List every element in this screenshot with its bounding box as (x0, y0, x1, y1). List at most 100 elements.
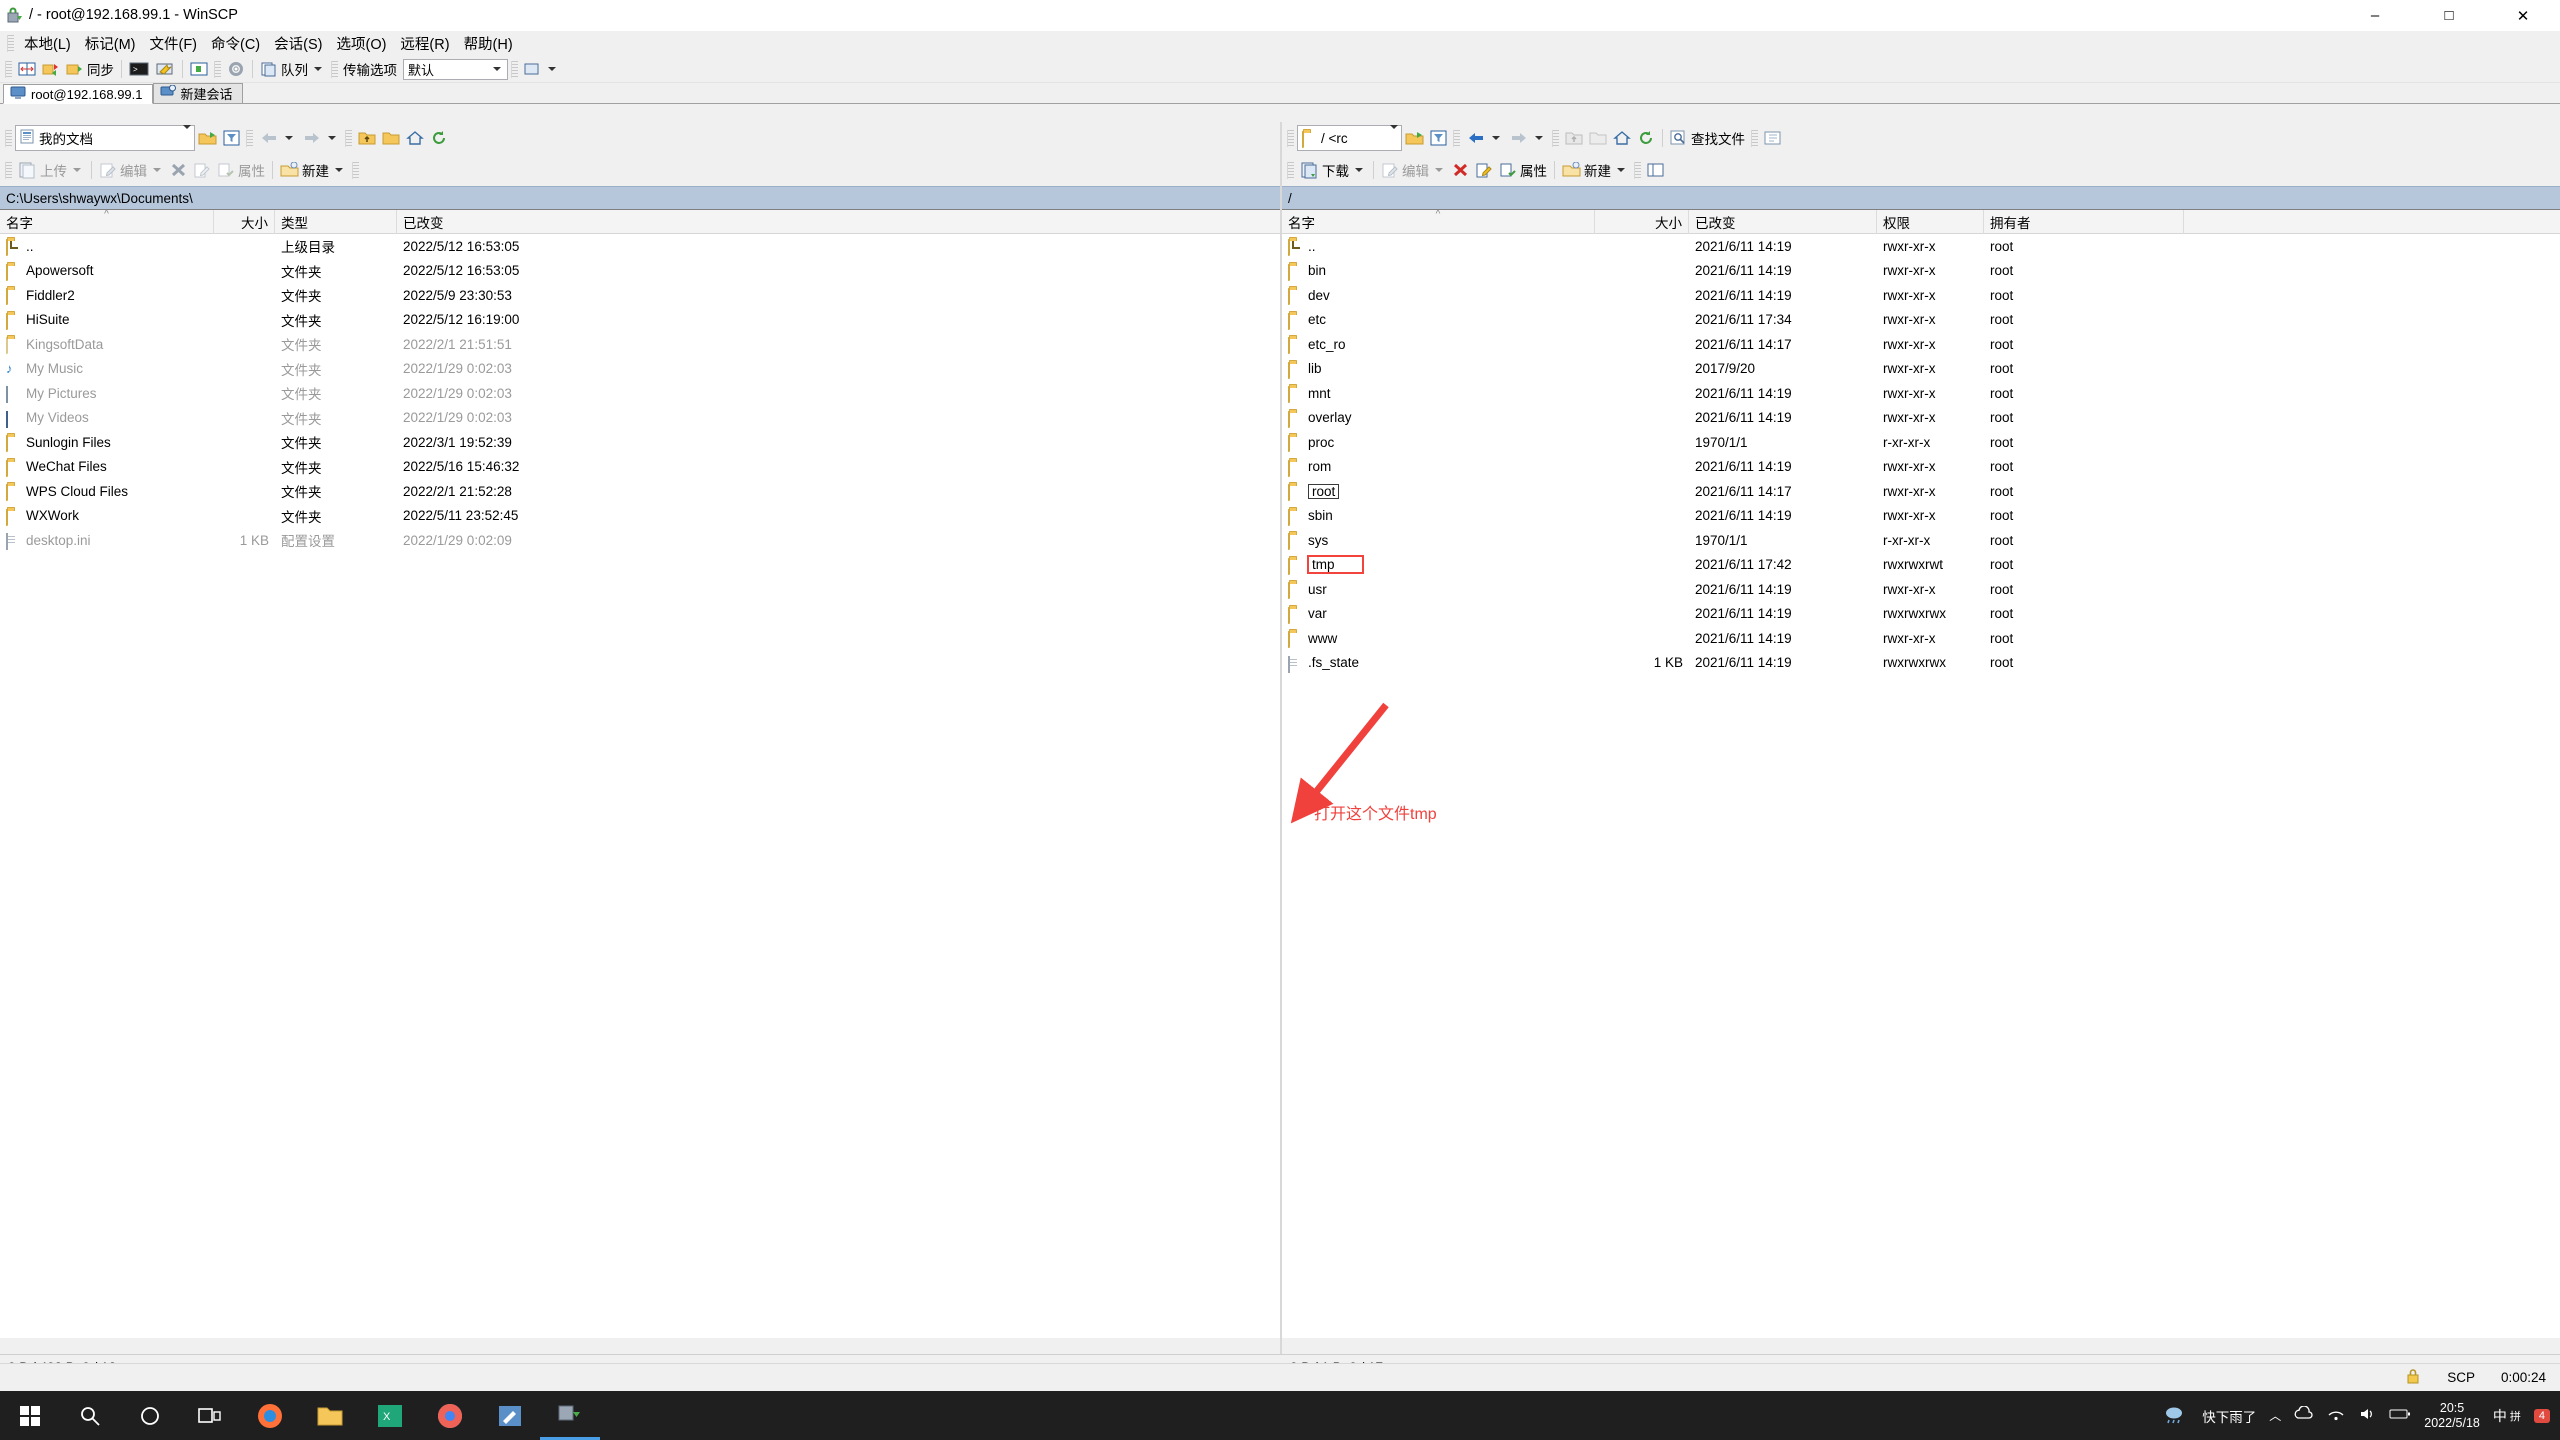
local-drive-chevron-down-icon[interactable] (183, 125, 191, 146)
remote-properties-button[interactable]: 属性 (1496, 159, 1550, 182)
local-col-size[interactable]: 大小 (214, 210, 275, 234)
local-edit-chevron-down-icon[interactable] (153, 168, 161, 172)
remote-find-files-button[interactable]: 查找文件 (1667, 127, 1748, 150)
table-row[interactable]: Apowersoft 文件夹 2022/5/12 16:53:05 (0, 259, 1280, 284)
battery-tray-icon[interactable] (2389, 1407, 2411, 1424)
remote-panel-toggle-button[interactable] (1644, 159, 1668, 182)
remote-back-button[interactable] (1463, 127, 1506, 150)
remote-forward-button[interactable] (1506, 127, 1549, 150)
winscp-app-icon[interactable] (540, 1391, 600, 1440)
maximize-button[interactable]: □ (2412, 0, 2486, 31)
remote-path-chevron-down-icon[interactable] (1390, 125, 1398, 146)
volume-tray-icon[interactable] (2358, 1406, 2376, 1425)
toolbar-grip[interactable] (5, 60, 12, 78)
notification-badge[interactable]: 4 (2533, 1408, 2550, 1423)
remote-edit-chevron-down-icon[interactable] (1435, 168, 1443, 172)
remote-col-name[interactable]: ^ 名字 (1282, 210, 1595, 234)
firefox-app-icon[interactable] (240, 1391, 300, 1440)
local-new-button[interactable]: 新建 (277, 159, 349, 182)
local-refresh-button[interactable] (427, 127, 451, 150)
table-row[interactable]: desktop.ini 1 KB 配置设置 2022/1/29 0:02:09 (0, 528, 1280, 553)
transfer-settings-icon-button[interactable] (187, 58, 211, 81)
remote-col-modified[interactable]: 已改变 (1689, 210, 1877, 234)
local-col-modified[interactable]: 已改变 (397, 210, 1237, 234)
remote-path-bar[interactable]: / (1282, 186, 2560, 210)
remote-new-chevron-down-icon[interactable] (1617, 168, 1625, 172)
local-edit-button[interactable]: 编辑 (96, 159, 167, 182)
local-drive-combo[interactable]: 我的文档 (15, 125, 195, 151)
chrome-app-icon[interactable] (420, 1391, 480, 1440)
remote-open-directory-button[interactable] (1402, 127, 1427, 150)
remote-refresh-button[interactable] (1634, 127, 1658, 150)
remote-grip-end[interactable] (1751, 129, 1758, 147)
table-row[interactable]: proc 1970/1/1 r-xr-xr-x root (1282, 430, 2560, 455)
network-tray-icon[interactable] (2327, 1406, 2345, 1425)
remote-download-button[interactable]: 下载 (1297, 159, 1369, 182)
local-properties-button[interactable]: 属性 (214, 159, 268, 182)
ime-indicator[interactable]: 中 拼 (2493, 1406, 2521, 1426)
local-parent-directory-button[interactable] (355, 127, 379, 150)
remote-toolbar-grip-end[interactable] (1634, 161, 1641, 179)
table-row[interactable]: tmp 2021/6/11 17:42 rwxrwxrwt root (1282, 553, 2560, 578)
file-explorer-app-icon[interactable] (300, 1391, 360, 1440)
table-row[interactable]: KingsoftData 文件夹 2022/2/1 21:51:51 (0, 332, 1280, 357)
table-row[interactable]: Fiddler2 文件夹 2022/5/9 23:30:53 (0, 283, 1280, 308)
transfer-settings-extra-button[interactable] (521, 58, 562, 81)
remote-file-toolbar-grip[interactable] (1287, 161, 1294, 179)
remote-path-combo[interactable]: / <rc (1297, 125, 1402, 151)
start-button[interactable] (0, 1391, 60, 1440)
local-col-name[interactable]: ^ 名字 (0, 210, 214, 234)
editor-app-icon[interactable] (480, 1391, 540, 1440)
local-back-button[interactable] (256, 127, 299, 150)
table-row[interactable]: etc 2021/6/11 17:34 rwxr-xr-x root (1282, 308, 2560, 333)
open-terminal-button[interactable] (152, 58, 178, 81)
table-row[interactable]: .fs_state 1 KB 2021/6/11 14:19 rwxrwxrwx roo… (1282, 651, 2560, 676)
table-row[interactable]: Sunlogin Files 文件夹 2022/3/1 19:52:39 (0, 430, 1280, 455)
queue-button[interactable]: 队列 (257, 58, 328, 81)
table-row[interactable]: ♪ My Music 文件夹 2022/1/29 0:02:03 (0, 357, 1280, 382)
weather-label[interactable]: 快下雨了 (2202, 1406, 2256, 1426)
local-open-directory-button[interactable] (195, 127, 220, 150)
toolbar-grip-3[interactable] (331, 60, 338, 78)
local-updir-grip[interactable] (345, 129, 352, 147)
remote-download-chevron-down-icon[interactable] (1355, 168, 1363, 172)
remote-forward-chevron-down-icon[interactable] (1535, 136, 1543, 140)
menu-local[interactable]: 本地(L) (17, 31, 78, 56)
table-row[interactable]: root 2021/6/11 14:17 rwxr-xr-x root (1282, 479, 2560, 504)
menu-remote[interactable]: 远程(R) (393, 31, 456, 56)
sync-browsing-button[interactable] (39, 58, 63, 81)
onedrive-tray-icon[interactable] (2294, 1405, 2314, 1425)
local-toolbar-grip[interactable] (5, 129, 12, 147)
local-upload-chevron-down-icon[interactable] (73, 168, 81, 172)
local-path-bar[interactable]: C:\Users\shwaywx\Documents\ (0, 186, 1280, 210)
transfer-options-combo[interactable]: 默认 (403, 58, 508, 80)
table-row[interactable]: My Pictures 文件夹 2022/1/29 0:02:03 (0, 381, 1280, 406)
table-row[interactable]: lib 2017/9/20 rwxr-xr-x root (1282, 357, 2560, 382)
menu-files[interactable]: 文件(F) (142, 31, 204, 56)
remote-extra-button[interactable] (1761, 127, 1785, 150)
table-row[interactable]: rom 2021/6/11 14:19 rwxr-xr-x root (1282, 455, 2560, 480)
remote-filter-button[interactable] (1427, 127, 1450, 150)
remote-delete-button[interactable] (1449, 159, 1472, 182)
weather-icon[interactable] (2163, 1404, 2189, 1427)
table-row[interactable]: bin 2021/6/11 14:19 rwxr-xr-x root (1282, 259, 2560, 284)
table-row[interactable]: sys 1970/1/1 r-xr-xr-x root (1282, 528, 2560, 553)
table-row[interactable]: www 2021/6/11 14:19 rwxr-xr-x root (1282, 626, 2560, 651)
remote-nav-grip[interactable] (1453, 129, 1460, 147)
menu-commands[interactable]: 命令(C) (204, 31, 267, 56)
table-row[interactable]: WPS Cloud Files 文件夹 2022/2/1 21:52:28 (0, 479, 1280, 504)
remote-home-directory-button[interactable] (1610, 127, 1634, 150)
console-button[interactable]: > (126, 58, 152, 81)
local-back-chevron-down-icon[interactable] (285, 136, 293, 140)
table-row[interactable]: My Videos 文件夹 2022/1/29 0:02:03 (0, 406, 1280, 431)
task-view-icon[interactable] (180, 1391, 240, 1440)
session-tab-active[interactable]: root@192.168.99.1 (3, 84, 153, 104)
taskbar-clock[interactable]: 20:5 2022/5/18 (2424, 1401, 2480, 1431)
remote-updir-grip[interactable] (1552, 129, 1559, 147)
preferences-gear-button[interactable] (224, 58, 248, 81)
table-row[interactable]: mnt 2021/6/11 14:19 rwxr-xr-x root (1282, 381, 2560, 406)
local-upload-button[interactable]: 上传 (15, 159, 87, 182)
local-home-directory-button[interactable] (403, 127, 427, 150)
remote-edit-button[interactable]: 编辑 (1378, 159, 1449, 182)
synchronize-button[interactable]: 同步 (63, 58, 117, 81)
